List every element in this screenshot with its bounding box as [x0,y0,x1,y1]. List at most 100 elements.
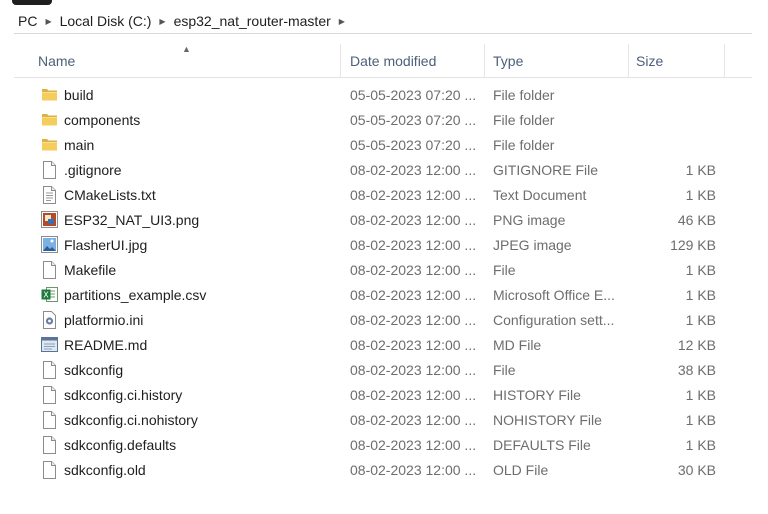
column-header-size[interactable]: Size [636,44,722,77]
excel-csv-icon: X [40,282,58,307]
file-type: Configuration sett... [493,311,615,328]
file-name: ESP32_NAT_UI3.png [64,211,200,228]
file-type: File folder [493,136,555,153]
file-row[interactable]: platformio.ini 08-02-2023 12:00 ... Config… [14,307,752,332]
file-row[interactable]: .gitignore 08-02-2023 12:00 ... GITIGNORE … [14,157,752,182]
file-size: 129 KB [670,236,716,253]
file-size: 1 KB [685,411,716,428]
file-name: Makefile [64,261,117,278]
file-row[interactable]: build 05-05-2023 07:20 ... File folder [14,82,752,107]
md-file-icon [40,332,58,357]
file-size: 38 KB [677,361,716,378]
file-name: FlasherUI.jpg [64,236,148,253]
file-row[interactable]: README.md 08-02-2023 12:00 ... MD File 12 K… [14,332,752,357]
file-name: build [64,86,94,103]
file-type: GITIGNORE File [493,161,599,178]
file-icon [40,382,58,407]
column-headers: ▲ Name Date modified Type Size [14,44,752,78]
folder-icon [40,132,58,157]
file-row[interactable]: FlasherUI.jpg 08-02-2023 12:00 ... JPEG im… [14,232,752,257]
file-date-modified: 08-02-2023 12:00 ... [350,411,477,428]
file-size: 1 KB [685,261,716,278]
file-date-modified: 05-05-2023 07:20 ... [350,86,477,103]
file-type: File [493,361,516,378]
file-icon [40,157,58,182]
file-name: sdkconfig [64,361,124,378]
file-date-modified: 08-02-2023 12:00 ... [350,311,477,328]
file-row[interactable]: sdkconfig.defaults 08-02-2023 12:00 ... DE… [14,432,752,457]
column-header-name[interactable]: Name [38,44,338,77]
file-name: sdkconfig.old [64,461,146,478]
file-name: README.md [64,336,148,353]
file-name: components [64,111,141,128]
file-date-modified: 08-02-2023 12:00 ... [350,186,477,203]
file-size [624,107,716,132]
jpeg-image-icon [40,232,58,257]
chevron-right-icon[interactable]: ▶ [155,17,169,26]
file-type: NOHISTORY File [493,411,602,428]
file-size: 1 KB [685,386,716,403]
file-type: OLD File [493,461,549,478]
breadcrumb-local-disk[interactable]: Local Disk (C:) [56,13,156,29]
file-row[interactable]: sdkconfig 08-02-2023 12:00 ... File 38 KB [14,357,752,382]
file-date-modified: 08-02-2023 12:00 ... [350,361,477,378]
window-top-strip [0,0,768,7]
file-row[interactable]: CMakeLists.txt 08-02-2023 12:00 ... Text D… [14,182,752,207]
file-date-modified: 08-02-2023 12:00 ... [350,261,477,278]
column-header-date-modified[interactable]: Date modified [350,44,480,77]
file-type: File folder [493,86,555,103]
file-type: PNG image [493,211,566,228]
breadcrumb-pc[interactable]: PC [14,13,41,29]
file-size: 1 KB [685,186,716,203]
chevron-right-icon[interactable]: ▶ [41,17,55,26]
breadcrumb-current-folder[interactable]: esp32_nat_router-master [170,13,335,29]
file-icon [40,432,58,457]
file-type: JPEG image [493,236,572,253]
file-row[interactable]: Xpartitions_example.csv 08-02-2023 12:00 … [14,282,752,307]
file-row[interactable]: ESP32_NAT_UI3.png 08-02-2023 12:00 ... PNG… [14,207,752,232]
svg-text:X: X [43,291,49,300]
file-date-modified: 08-02-2023 12:00 ... [350,336,477,353]
file-size: 1 KB [685,311,716,328]
file-row[interactable]: sdkconfig.old 08-02-2023 12:00 ... OLD Fil… [14,457,752,482]
file-size [624,132,716,157]
column-divider[interactable] [340,44,341,77]
file-date-modified: 05-05-2023 07:20 ... [350,111,477,128]
chevron-right-icon[interactable]: ▶ [335,17,349,26]
file-type: HISTORY File [493,386,581,403]
file-date-modified: 08-02-2023 12:00 ... [350,286,477,303]
file-date-modified: 08-02-2023 12:00 ... [350,436,477,453]
column-header-type[interactable]: Type [493,44,623,77]
column-divider[interactable] [724,44,725,77]
file-name: platformio.ini [64,311,144,328]
file-date-modified: 08-02-2023 12:00 ... [350,386,477,403]
file-row[interactable]: sdkconfig.ci.nohistory 08-02-2023 12:00 .… [14,407,752,432]
file-name: main [64,136,95,153]
file-type: File folder [493,111,555,128]
file-type: MD File [493,336,542,353]
file-row[interactable]: Makefile 08-02-2023 12:00 ... File 1 KB [14,257,752,282]
file-type: DEFAULTS File [493,436,591,453]
file-name: CMakeLists.txt [64,186,156,203]
file-date-modified: 08-02-2023 12:00 ... [350,211,477,228]
file-name: sdkconfig.ci.nohistory [64,411,198,428]
file-type: File [493,261,516,278]
file-size: 46 KB [677,211,716,228]
column-divider[interactable] [628,44,629,77]
file-row[interactable]: components 05-05-2023 07:20 ... File folde… [14,107,752,132]
text-file-icon [40,182,58,207]
file-name: .gitignore [64,161,122,178]
column-divider[interactable] [484,44,485,77]
breadcrumb[interactable]: PC ▶ Local Disk (C:) ▶ esp32_nat_router-… [14,9,752,34]
file-row[interactable]: main 05-05-2023 07:20 ... File folder [14,132,752,157]
file-row[interactable]: sdkconfig.ci.history 08-02-2023 12:00 ...… [14,382,752,407]
file-size: 30 KB [677,461,716,478]
file-size: 1 KB [685,286,716,303]
file-icon [40,407,58,432]
file-date-modified: 08-02-2023 12:00 ... [350,161,477,178]
title-bar-fragment [12,0,52,5]
folder-icon [40,107,58,132]
file-icon [40,257,58,282]
file-date-modified: 05-05-2023 07:20 ... [350,136,477,153]
file-size: 1 KB [685,161,716,178]
